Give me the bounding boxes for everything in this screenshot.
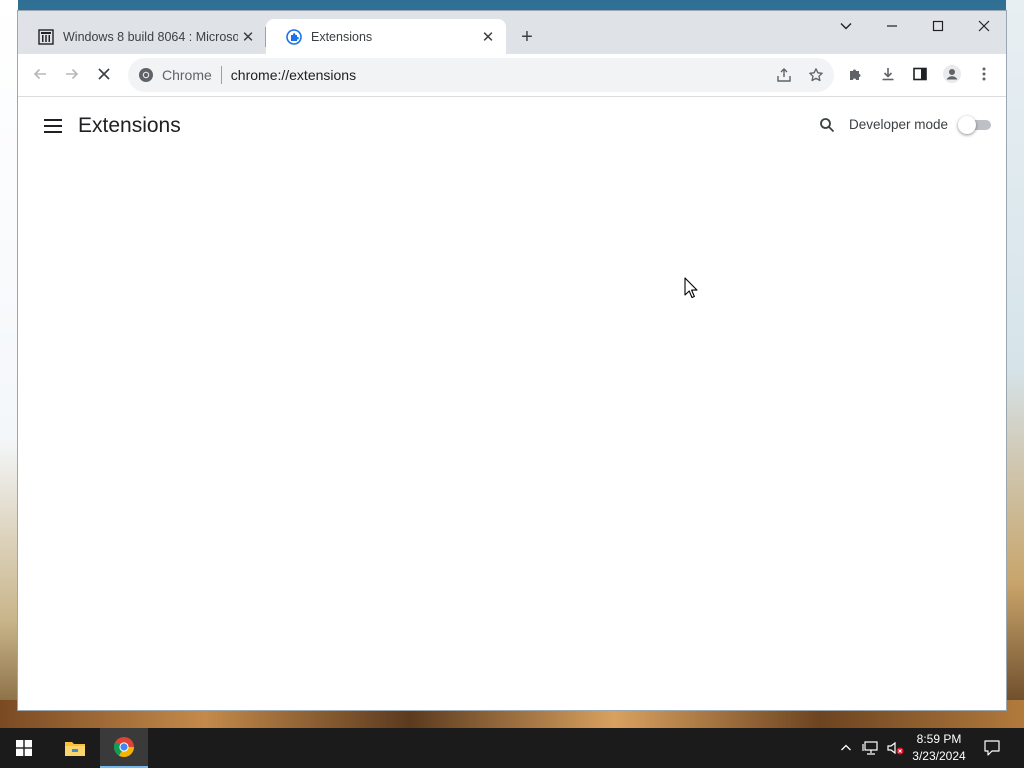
- clock-date: 3/23/2024: [912, 749, 966, 763]
- developer-mode-toggle[interactable]: [958, 116, 992, 134]
- stop-icon: [98, 68, 110, 80]
- file-explorer-taskbar-button[interactable]: [51, 728, 99, 768]
- start-icon: [16, 740, 32, 756]
- action-center-button[interactable]: [978, 728, 1006, 768]
- tab-strip: Windows 8 build 8064 : Microsof ✕ Extens…: [18, 11, 1006, 54]
- forward-button[interactable]: [58, 60, 86, 88]
- start-button[interactable]: [0, 728, 48, 768]
- new-tab-button[interactable]: +: [515, 25, 539, 49]
- windows-taskbar: 8:59 PM 3/23/2024: [0, 728, 1024, 768]
- desktop-wallpaper-right: [1006, 0, 1024, 730]
- site-label: Chrome: [162, 67, 212, 83]
- maximize-icon: [932, 20, 944, 32]
- tab-extensions[interactable]: Extensions ✕: [266, 19, 506, 54]
- browser-toolbar: Chrome chrome://extensions: [18, 54, 1006, 97]
- downloads-button[interactable]: [874, 60, 902, 88]
- tab-title: Windows 8 build 8064 : Microsof: [63, 29, 238, 44]
- chrome-logo-icon: [139, 68, 153, 82]
- chrome-taskbar-button[interactable]: [100, 728, 148, 768]
- taskbar-clock[interactable]: 8:59 PM 3/23/2024: [906, 731, 972, 765]
- show-hidden-icons-button[interactable]: [836, 728, 856, 768]
- avatar-icon: [943, 65, 961, 83]
- volume-muted-icon: [887, 741, 904, 755]
- minimize-icon: [887, 25, 897, 27]
- side-panel-button[interactable]: [906, 60, 934, 88]
- address-bar[interactable]: Chrome chrome://extensions: [128, 58, 834, 92]
- chevron-up-icon: [841, 744, 851, 751]
- hamburger-menu-icon: [44, 119, 62, 133]
- close-tab-icon[interactable]: ✕: [478, 27, 498, 47]
- minimize-button[interactable]: [869, 11, 915, 41]
- notification-icon: [984, 740, 1000, 756]
- page-title: Extensions: [78, 114, 181, 137]
- volume-tray-button[interactable]: [884, 728, 906, 768]
- omnibox-divider: [220, 66, 222, 84]
- maximize-button[interactable]: [915, 11, 961, 41]
- chrome-icon: [113, 737, 134, 757]
- chrome-menu-button[interactable]: [970, 60, 998, 88]
- extensions-puzzle-icon: [286, 28, 302, 45]
- chrome-window: Windows 8 build 8064 : Microsof ✕ Extens…: [17, 10, 1007, 711]
- chevron-down-icon: [840, 23, 852, 30]
- extensions-button[interactable]: [842, 60, 870, 88]
- omnibox-actions: [770, 58, 834, 92]
- star-icon: [809, 68, 823, 82]
- extensions-page: Extensions Developer mode: [18, 97, 1006, 710]
- close-icon: [978, 20, 990, 32]
- tab-windows-8-build[interactable]: Windows 8 build 8064 : Microsof ✕: [18, 19, 266, 54]
- mouse-cursor-icon: [684, 277, 698, 299]
- forward-arrow-icon: [66, 68, 79, 80]
- network-tray-button[interactable]: [860, 728, 882, 768]
- developer-mode-label: Developer mode: [849, 117, 949, 132]
- stop-loading-button[interactable]: [90, 60, 118, 88]
- main-menu-button[interactable]: [40, 113, 66, 139]
- desktop-wallpaper-left: [0, 0, 18, 730]
- share-button[interactable]: [770, 61, 798, 89]
- search-icon: [820, 118, 835, 133]
- clock-time: 8:59 PM: [916, 732, 962, 746]
- extensions-header: Extensions Developer mode: [18, 97, 1006, 155]
- file-explorer-icon: [65, 742, 85, 756]
- more-vertical-icon: [982, 67, 986, 81]
- side-panel-icon: [913, 67, 927, 81]
- site-info-chip[interactable]: Chrome: [138, 67, 212, 83]
- back-button[interactable]: [26, 60, 54, 88]
- profile-button[interactable]: [938, 60, 966, 88]
- puzzle-icon: [850, 69, 861, 80]
- tab-search-button[interactable]: [823, 11, 869, 41]
- share-icon: [777, 68, 791, 82]
- toggle-knob: [958, 116, 976, 134]
- close-tab-icon[interactable]: ✕: [238, 27, 258, 47]
- back-arrow-icon: [33, 68, 46, 80]
- network-icon: [862, 741, 878, 755]
- archive-icon: [38, 28, 54, 45]
- url-text[interactable]: chrome://extensions: [231, 67, 356, 83]
- tab-title: Extensions: [311, 29, 373, 44]
- close-window-button[interactable]: [961, 11, 1006, 41]
- bookmark-button[interactable]: [802, 61, 830, 89]
- download-icon: [882, 68, 894, 81]
- search-extensions-button[interactable]: [815, 113, 839, 137]
